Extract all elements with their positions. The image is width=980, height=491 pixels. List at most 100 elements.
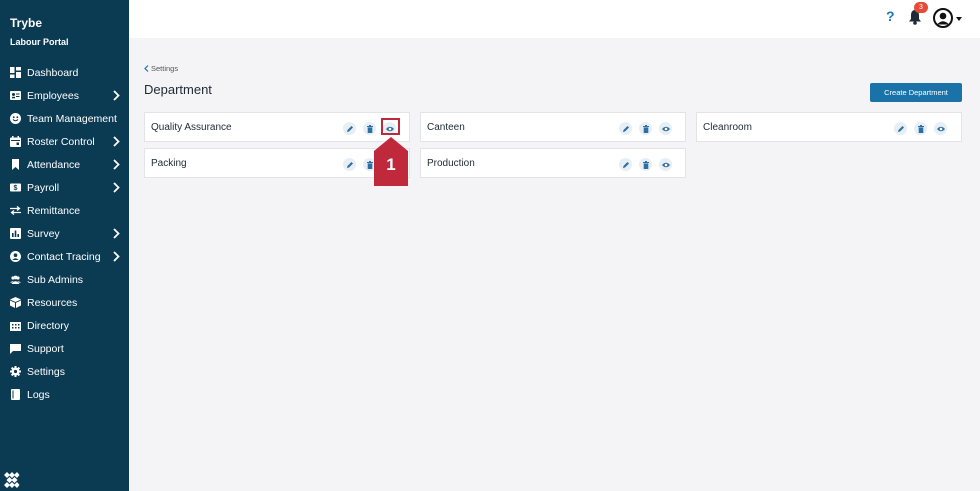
book-icon (10, 389, 21, 400)
app-subtitle: Labour Portal (10, 37, 69, 47)
department-name: Canteen (427, 122, 465, 133)
chevron-right-icon (113, 228, 120, 239)
svg-text:$: $ (14, 185, 18, 192)
view-button[interactable] (659, 122, 672, 135)
sidebar-item-employees[interactable]: Employees (0, 84, 129, 107)
department-card: Cleanroom (696, 112, 962, 142)
sidebar-item-team-management[interactable]: Team Management (0, 107, 129, 130)
bookmark-icon (10, 159, 21, 170)
department-name: Quality Assurance (151, 122, 232, 133)
sidebar-item-label: Survey (27, 227, 60, 240)
delete-button[interactable] (363, 122, 376, 135)
money-icon: $ (10, 182, 21, 193)
sidebar-item-label: Dashboard (27, 66, 79, 79)
sidebar-item-label: Resources (27, 296, 78, 309)
smile-icon (10, 113, 21, 124)
sidebar-item-survey[interactable]: Survey (0, 222, 129, 245)
pencil-icon (346, 161, 353, 168)
pencil-icon (622, 161, 629, 168)
chevron-left-icon (144, 65, 149, 72)
edit-button[interactable] (894, 122, 907, 135)
pencil-icon (346, 125, 353, 132)
department-card: Quality Assurance (144, 112, 410, 142)
trash-icon (642, 124, 649, 133)
edit-button[interactable] (619, 158, 632, 171)
sidebar-nav: Dashboard Employees Team Management Rost… (0, 61, 129, 406)
user-circle-icon (10, 251, 21, 262)
sidebar-item-label: Sub Admins (27, 273, 84, 286)
sidebar-item-label: Remittance (27, 204, 81, 217)
department-card: Production (420, 148, 686, 178)
caret-down-icon[interactable] (956, 17, 962, 21)
sidebar-item-label: Logs (27, 388, 50, 401)
chevron-right-icon (113, 251, 120, 262)
calendar-icon (10, 136, 21, 147)
delete-button[interactable] (639, 122, 652, 135)
chevron-right-icon (113, 182, 120, 193)
box-icon (10, 297, 21, 308)
id-card-icon (10, 90, 21, 101)
trash-icon (917, 124, 924, 133)
step-number: 1 (386, 155, 396, 174)
department-name: Packing (151, 158, 187, 169)
edit-button[interactable] (619, 122, 632, 135)
sidebar-item-support[interactable]: Support (0, 337, 129, 360)
delete-button[interactable] (639, 158, 652, 171)
gear-icon (10, 366, 21, 377)
department-card: Packing (144, 148, 410, 178)
sidebar-item-dashboard[interactable]: Dashboard (0, 61, 129, 84)
sidebar-item-remittance[interactable]: Remittance (0, 199, 129, 222)
department-card: Canteen (420, 112, 686, 142)
trash-icon (366, 124, 373, 133)
users-icon (10, 274, 21, 285)
top-bar (129, 0, 980, 38)
pencil-icon (897, 125, 904, 132)
trash-icon (642, 160, 649, 169)
sidebar-item-roster-control[interactable]: Roster Control (0, 130, 129, 153)
notification-badge: 3 (914, 2, 928, 13)
pencil-icon (622, 125, 629, 132)
app-title: Trybe (10, 16, 43, 30)
sidebar-item-label: Attendance (27, 158, 81, 171)
sidebar-item-label: Team Management (27, 112, 117, 125)
eye-icon (661, 162, 670, 167)
highlight-box (381, 118, 400, 135)
chat-icon (10, 343, 21, 354)
building-icon (10, 320, 21, 331)
edit-button[interactable] (343, 158, 356, 171)
sidebar-item-payroll[interactable]: $ Payroll (0, 176, 129, 199)
sidebar-item-attendance[interactable]: Attendance (0, 153, 129, 176)
view-button[interactable] (934, 122, 947, 135)
page-title: Department (144, 82, 212, 97)
delete-button[interactable] (914, 122, 927, 135)
sidebar-item-contact-tracing[interactable]: Contact Tracing (0, 245, 129, 268)
sidebar-item-label: Settings (27, 365, 65, 378)
sidebar-item-sub-admins[interactable]: Sub Admins (0, 268, 129, 291)
create-department-button[interactable]: Create Department (870, 83, 962, 102)
trybe-logo-icon (4, 472, 20, 488)
chevron-right-icon (113, 90, 120, 101)
sidebar-item-label: Payroll (27, 181, 60, 194)
breadcrumb-label[interactable]: Settings (151, 64, 178, 73)
sidebar-item-label: Directory (27, 319, 70, 332)
view-button[interactable] (659, 158, 672, 171)
chevron-right-icon (113, 159, 120, 170)
sidebar-item-directory[interactable]: Directory (0, 314, 129, 337)
bar-chart-icon (10, 228, 21, 239)
sidebar-item-label: Employees (27, 89, 79, 102)
chevron-right-icon (113, 136, 120, 147)
sidebar-item-label: Roster Control (27, 135, 95, 148)
trash-icon (366, 160, 373, 169)
sidebar-item-settings[interactable]: Settings (0, 360, 129, 383)
sidebar-item-label: Contact Tracing (27, 250, 101, 263)
department-name: Cleanroom (703, 122, 752, 133)
user-avatar-icon[interactable] (933, 8, 953, 28)
help-icon[interactable]: ? (886, 8, 895, 24)
sidebar-item-resources[interactable]: Resources (0, 291, 129, 314)
sidebar-item-logs[interactable]: Logs (0, 383, 129, 406)
edit-button[interactable] (343, 122, 356, 135)
sidebar: Trybe Labour Portal Dashboard Employees … (0, 0, 129, 491)
breadcrumb[interactable]: Settings (144, 64, 178, 73)
dashboard-icon (10, 67, 21, 78)
eye-icon (661, 126, 670, 131)
